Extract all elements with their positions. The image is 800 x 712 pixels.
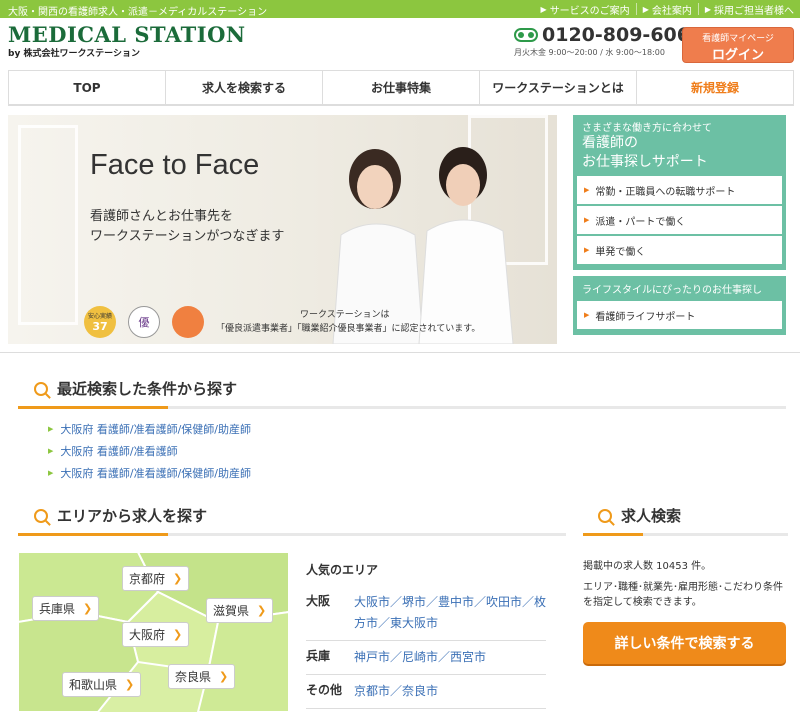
area-region: その他 (306, 683, 343, 697)
job-search-panel: 掲載中の求人数 10453 件。 エリア･職種･就業先･雇用形態･こだわり条件を… (583, 545, 788, 664)
chevron-right-icon: ❯ (83, 602, 93, 615)
nav-about[interactable]: ワークステーションとは (480, 71, 637, 104)
recruiter-link[interactable]: ▶ 採用ご担当者様へ (699, 0, 800, 18)
lifestyle-header: ライフスタイルにぴったりのお仕事探し (573, 276, 786, 301)
support-spot-link[interactable]: ▶ 単発で働く (577, 236, 782, 264)
popular-area-row: その他 京都市／奈良市 (306, 675, 546, 709)
chevron-right-icon: ▶ (584, 311, 590, 319)
support-title-2: お仕事探しサポート (582, 154, 708, 170)
chevron-right-icon: ❯ (257, 604, 267, 617)
chevron-right-icon: ▶ (584, 246, 590, 254)
support-list: ▶ 常勤・正職員への転職サポート ▶ 派遣・パートで働く ▶ 単発で働く (573, 176, 786, 270)
mypage-label: 看護師マイページ (702, 34, 774, 44)
free-dial-icon (514, 28, 538, 42)
hero-copy-1: 看護師さんとお仕事先を (90, 209, 234, 224)
triangle-right-icon: ▶ (48, 425, 54, 433)
top-links: ▶ サービスのご案内 ▶ 会社案内 ▶ 採用ご担当者様へ (535, 0, 800, 18)
chevron-right-icon: ❯ (173, 628, 183, 641)
excellence-badge: 優 (128, 306, 160, 338)
nav-features[interactable]: お仕事特集 (323, 71, 480, 104)
job-count: 掲載中の求人数 10453 件。 (583, 561, 712, 572)
hero-title: Face to Face (90, 149, 260, 181)
window-frame (18, 125, 78, 325)
detailed-search-button[interactable]: 詳しい条件で検索する (583, 622, 786, 664)
section-underline (583, 533, 788, 536)
chevron-right-icon: ▶ (642, 4, 649, 14)
area-region: 兵庫 (306, 649, 331, 663)
recent-search-item[interactable]: ▶ 大阪府 看護師/准看護師/保健師/助産師 (48, 462, 251, 484)
area-city-links[interactable]: 京都市／奈良市 (354, 681, 546, 702)
job-search-title: 求人検索 (598, 505, 681, 526)
site-logo[interactable]: MEDICAL STATION by 株式会社ワークステーション (8, 22, 246, 59)
support-title-1: 看護師の (582, 135, 638, 151)
login-label: ログイン (711, 48, 764, 63)
cert-text-2: 「優良派遣事業者」「職業紹介優良事業者」に認定されています。 (216, 324, 481, 334)
search-icon (34, 508, 48, 523)
area-city-links[interactable]: 神戸市／尼崎市／西宮市 (354, 647, 546, 668)
lifestyle-list: ▶ 看護師ライフサポート (573, 301, 786, 335)
phone-contact: 0120-809-606 月火木金 9:00〜20:00 / 水 9:00〜18… (514, 24, 690, 58)
smile-mark-icon (172, 306, 204, 338)
hero-copy-2: ワークステーションがつなぎます (90, 229, 285, 244)
logo-main: MEDICAL STATION (8, 22, 246, 47)
job-search-desc: エリア･職種･就業先･雇用形態･こだわり条件を指定して検索できます。 (583, 582, 783, 608)
chevron-right-icon: ▶ (584, 216, 590, 224)
nav-top[interactable]: TOP (8, 71, 166, 104)
support-temp-link[interactable]: ▶ 派遣・パートで働く (577, 206, 782, 234)
section-underline (18, 406, 786, 409)
global-nav: TOP 求人を検索する お仕事特集 ワークステーションとは 新規登録 (8, 70, 794, 106)
phone-hours: 月火木金 9:00〜20:00 / 水 9:00〜18:00 (514, 48, 665, 57)
phone-number: 0120-809-606 (542, 24, 690, 46)
recent-search-title: 最近検索した条件から探す (34, 378, 237, 399)
support-header: さまざまな働き方に合わせて 看護師の お仕事探しサポート (573, 115, 786, 176)
chevron-right-icon: ▶ (704, 4, 711, 14)
hero-banner[interactable]: Face to Face 看護師さんとお仕事先を ワークステーションがつなぎます… (8, 115, 557, 344)
chevron-right-icon: ▶ (584, 186, 590, 194)
support-fulltime-link[interactable]: ▶ 常勤・正職員への転職サポート (577, 176, 782, 204)
years-badge: 安心実績 37 (84, 306, 116, 338)
mypage-login-button[interactable]: 看護師マイページ ログイン (682, 27, 794, 63)
nav-job-search[interactable]: 求人を検索する (166, 71, 323, 104)
company-info-link[interactable]: ▶ 会社案内 (637, 0, 698, 18)
area-city-links[interactable]: 大阪市／堺市／豊中市／吹田市／枚方市／東大阪市 (354, 592, 546, 634)
area-region: 大阪 (306, 594, 331, 608)
recent-search-list: ▶ 大阪府 看護師/准看護師/保健師/助産師 ▶ 大阪府 看護師/准看護師 ▶ 大阪府… (48, 418, 251, 484)
popular-area-row: 大阪 大阪市／堺市／豊中市／吹田市／枚方市／東大阪市 (306, 586, 546, 641)
pref-wakayama-link[interactable]: 和歌山県 ❯ (62, 672, 142, 697)
section-underline (18, 533, 566, 536)
popular-areas: 人気のエリア 大阪 大阪市／堺市／豊中市／吹田市／枚方市／東大阪市 兵庫 神戸市… (306, 561, 546, 709)
life-support-link[interactable]: ▶ 看護師ライフサポート (577, 301, 782, 329)
recent-search-item[interactable]: ▶ 大阪府 看護師/准看護師/保健師/助産師 (48, 418, 251, 440)
chevron-right-icon: ❯ (219, 670, 229, 683)
divider (0, 352, 800, 353)
cert-text-1: ワークステーションは (300, 310, 390, 320)
nav-register[interactable]: 新規登録 (637, 71, 794, 104)
area-search-title: エリアから求人を探す (34, 505, 207, 526)
pref-osaka-link[interactable]: 大阪府 ❯ (122, 622, 190, 647)
chevron-right-icon: ❯ (125, 678, 135, 691)
support-subtitle: さまざまな働き方に合わせて (582, 123, 712, 134)
popular-areas-title: 人気のエリア (306, 563, 379, 577)
recent-search-item[interactable]: ▶ 大阪府 看護師/准看護師 (48, 440, 251, 462)
chevron-right-icon: ❯ (173, 572, 183, 585)
logo-sub: by 株式会社ワークステーション (8, 49, 140, 59)
pref-shiga-link[interactable]: 滋賀県 ❯ (206, 598, 274, 623)
search-icon (598, 508, 612, 523)
search-icon (34, 381, 48, 396)
service-info-link[interactable]: ▶ サービスのご案内 (535, 0, 636, 18)
top-bar: 大阪・関西の看護師求人・派遣－メディカルステーション ▶ サービスのご案内 ▶ 会社… (0, 0, 800, 18)
site-tagline: 大阪・関西の看護師求人・派遣－メディカルステーション (8, 7, 268, 18)
triangle-right-icon: ▶ (48, 469, 54, 477)
triangle-right-icon: ▶ (48, 447, 54, 455)
chevron-right-icon: ▶ (540, 4, 547, 14)
kansai-map: 京都府 ❯ 兵庫県 ❯ 滋賀県 ❯ 大阪府 ❯ 奈良県 ❯ 和歌山県 ❯ (18, 552, 289, 712)
popular-area-row: 兵庫 神戸市／尼崎市／西宮市 (306, 641, 546, 675)
pref-hyogo-link[interactable]: 兵庫県 ❯ (32, 596, 100, 621)
support-panel: さまざまな働き方に合わせて 看護師の お仕事探しサポート ▶ 常勤・正職員への転職… (573, 115, 786, 335)
pref-kyoto-link[interactable]: 京都府 ❯ (122, 566, 190, 591)
pref-nara-link[interactable]: 奈良県 ❯ (168, 664, 236, 689)
